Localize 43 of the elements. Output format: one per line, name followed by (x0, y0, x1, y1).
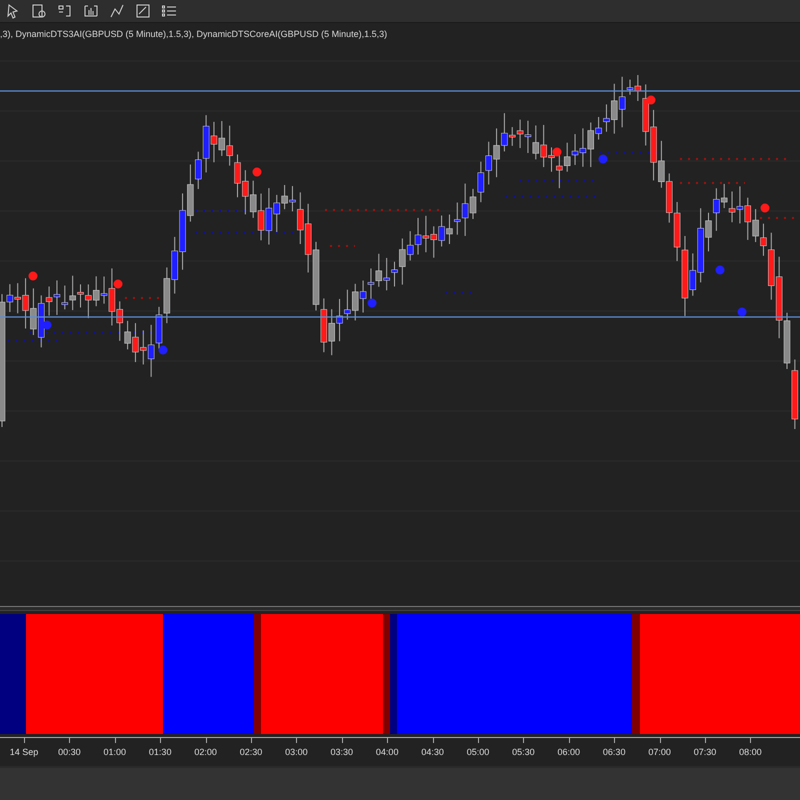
signal-dot (42, 320, 52, 330)
time-axis-label: 00:30 (58, 747, 81, 757)
dotted-level-line (125, 297, 160, 299)
line-chart-icon (109, 3, 125, 19)
time-axis-label: 05:30 (512, 747, 535, 757)
signal-dot (716, 266, 724, 274)
signal-dot (252, 168, 262, 176)
signal-dot (552, 148, 562, 156)
signal-dot (598, 154, 608, 164)
dotted-level-line (600, 152, 660, 154)
signal-dot (114, 280, 122, 288)
toolbar-button[interactable] (30, 2, 48, 20)
signal-dot (760, 204, 770, 212)
time-axis-label: 04:00 (376, 747, 398, 757)
signal-dot (646, 96, 656, 104)
signal-dot (158, 346, 168, 354)
time-axis-label: 07:30 (694, 747, 716, 757)
bar-chart-icon (83, 3, 99, 19)
time-axis-label: 08:00 (739, 747, 762, 757)
signal-dot (368, 298, 376, 308)
time-axis-label: 02:30 (240, 747, 262, 757)
document-search-icon (31, 3, 47, 19)
list-icon (161, 3, 177, 19)
time-axis-label: 05:00 (466, 747, 490, 757)
pointer-icon (5, 3, 21, 19)
time-axis-label: 03:00 (285, 747, 308, 757)
dotted-level-line (680, 182, 745, 184)
indicator-label: ,3), DynamicDTS3AI(GBPUSD (5 Minute),1.5,3), DynamicDTSCoreAI(GBPUSD (5 Minute),1.5,3) (0, 28, 388, 41)
signal-dot (738, 308, 746, 316)
time-axis-label: 06:30 (602, 747, 626, 757)
time-axis-label: 06:00 (558, 747, 580, 757)
time-axis-label: 07:00 (648, 747, 671, 757)
time-axis-label: 03:30 (330, 747, 354, 757)
toolbar-button[interactable] (108, 2, 126, 20)
time-axis-label: 01:00 (104, 747, 126, 757)
time-axis-label: 04:30 (421, 747, 444, 757)
time-axis-label: 01:30 (148, 747, 172, 757)
layout-icon (57, 3, 73, 19)
toolbar-button[interactable] (134, 2, 152, 20)
time-axis-label: 14 Sep (10, 747, 38, 757)
zoom-box-icon (135, 3, 151, 19)
time-axis-label: 02:00 (194, 747, 217, 757)
signal-dot (28, 272, 38, 280)
